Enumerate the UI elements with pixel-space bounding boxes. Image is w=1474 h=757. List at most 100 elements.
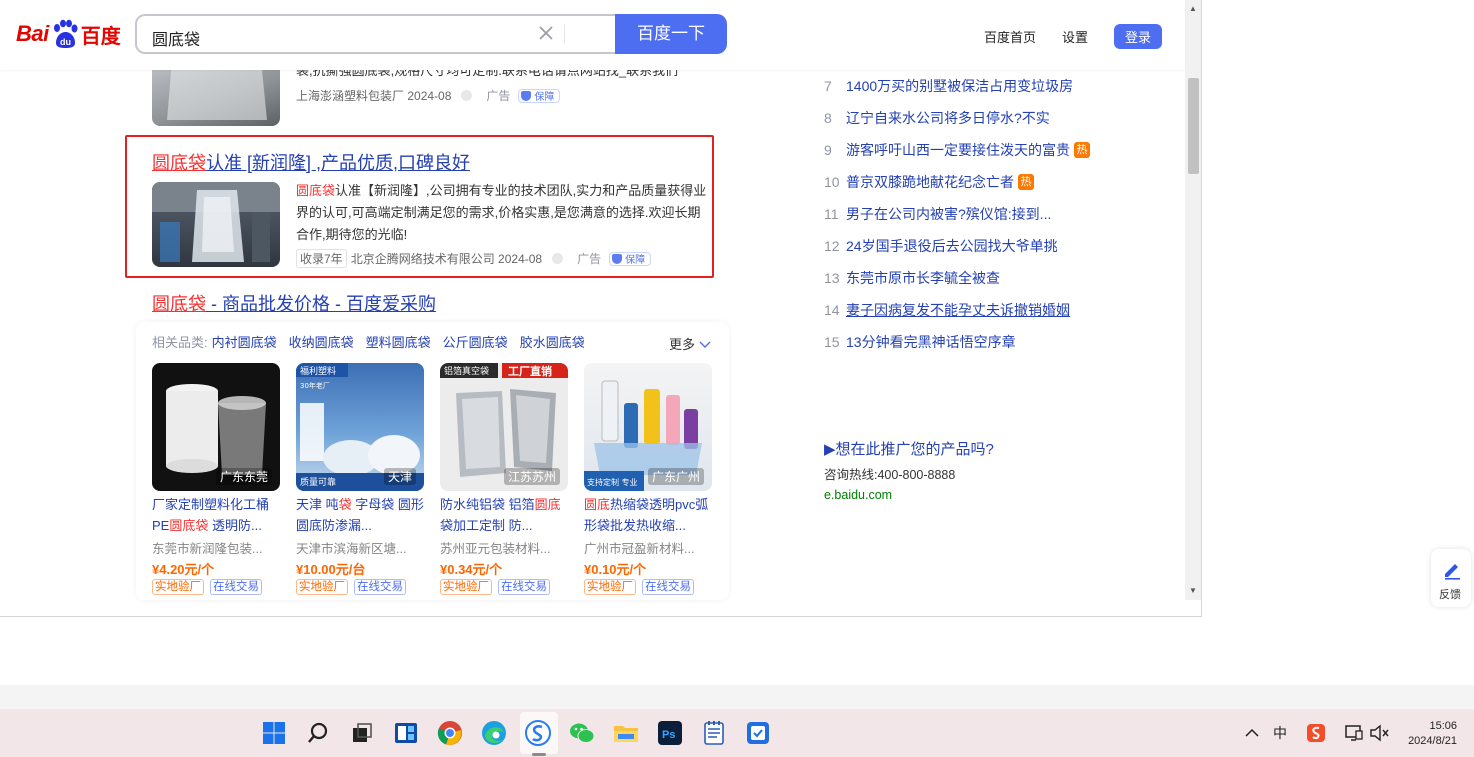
scroll-thumb[interactable]	[1188, 78, 1199, 174]
hot-list-item[interactable]: 14 妻子因病复发不能孕丈夫诉撤销婚姻	[824, 300, 1070, 320]
guarantee-badge[interactable]: 保障	[518, 88, 561, 103]
hot-title[interactable]: 妻子因病复发不能孕丈夫诉撤销婚姻	[846, 300, 1070, 320]
product-card[interactable]: 广东东莞 厂家定制塑料化工桶PE圆底袋 透明防... 东莞市新润隆包装... ¥…	[152, 363, 280, 595]
hot-rank: 7	[824, 78, 832, 94]
result-title[interactable]: 圆底袋 - 商品批发价格 - 百度爱采购	[152, 290, 436, 316]
hot-title[interactable]: 普京双膝跪地献花纪念亡者	[846, 172, 1014, 192]
source-name[interactable]: 上海澎涵塑料包装厂	[296, 87, 404, 104]
widgets-icon[interactable]	[392, 719, 420, 747]
product-card[interactable]: 铝箔真空袋 工厂直销 江苏苏州 防水纯铝袋 铝箔圆底袋加工定制 防... 苏州亚…	[440, 363, 568, 595]
product-image[interactable]: 广东东莞	[152, 363, 280, 491]
hot-title[interactable]: 1400万买的别墅被保洁占用变垃圾房	[846, 76, 1073, 96]
file-explorer-icon[interactable]	[612, 719, 640, 747]
hot-list-item[interactable]: 9 游客呼吁山西一定要接住泼天的富贵热	[824, 140, 1090, 160]
baidu-logo[interactable]: Bai du 百度	[16, 16, 121, 52]
product-location: 江苏苏州	[503, 468, 560, 485]
hot-list-item[interactable]: 12 24岁国手退役后去公园找大爷单挑	[824, 236, 1058, 256]
scroll-up-icon[interactable]: ▲	[1189, 4, 1197, 13]
hot-title[interactable]: 辽宁自来水公司将多日停水?不实	[846, 108, 1050, 128]
login-button[interactable]: 登录	[1114, 24, 1163, 49]
volume-muted-icon[interactable]	[1366, 719, 1394, 747]
clock-date: 2024/8/21	[1408, 735, 1457, 747]
clear-icon[interactable]	[535, 22, 557, 44]
guarantee-label: 保障	[534, 92, 555, 103]
promo-title[interactable]: ▶想在此推广您的产品吗?	[824, 438, 994, 459]
hot-list-item[interactable]: 13 东莞市原市长李毓全被查	[824, 268, 1000, 288]
info-dot-icon[interactable]	[552, 253, 564, 264]
product-seller[interactable]: 苏州亚元包装材料...	[440, 538, 568, 557]
category-link[interactable]: 收纳圆底袋	[289, 332, 354, 351]
category-link[interactable]: 塑料圆底袋	[366, 332, 431, 351]
search-header: Bai du 百度 圆底袋 百度一下 百度首页 设置 登录	[0, 0, 1185, 70]
hot-title[interactable]: 24岁国手退役后去公园找大爷单挑	[846, 236, 1058, 256]
snippet-text: 认准【新润隆】,公司拥有专业的技术团队,实力和产品质量获得业界的认可,可高端定制…	[296, 183, 707, 242]
vertical-scrollbar[interactable]: ▲ ▼	[1185, 0, 1201, 600]
ime-indicator[interactable]: 中	[1266, 719, 1294, 747]
category-link[interactable]: 内衬圆底袋	[212, 332, 277, 351]
task-view-icon[interactable]	[348, 719, 376, 747]
search-input[interactable]: 圆底袋	[135, 14, 617, 54]
network-icon[interactable]	[1340, 719, 1368, 747]
nav-home-link[interactable]: 百度首页	[984, 27, 1036, 46]
source-date: 2024-08	[498, 251, 543, 266]
edge-icon[interactable]	[480, 719, 508, 747]
info-dot-icon[interactable]	[461, 90, 473, 101]
chrome-icon[interactable]	[436, 719, 464, 747]
hot-title[interactable]: 13分钟看完黑神话悟空序章	[846, 332, 1016, 352]
scroll-down-icon[interactable]: ▼	[1189, 586, 1197, 595]
product-image[interactable]: 福利塑料 30年老厂 质量可靠 天津	[296, 363, 424, 491]
wechat-icon[interactable]	[568, 719, 596, 747]
result-title[interactable]: 圆底袋认准 [新润隆] ,产品优质,口碑良好	[152, 149, 470, 175]
system-clock[interactable]: 15:06 2024/8/21	[1397, 719, 1457, 749]
nav-settings-link[interactable]: 设置	[1062, 27, 1088, 46]
product-card[interactable]: 福利塑料 30年老厂 质量可靠 天津 天津 吨袋 字母袋 圆形圆底防渗漏... …	[296, 363, 424, 595]
result-snippet: 圆底袋认准【新润隆】,公司拥有专业的技术团队,实力和产品质量获得业界的认可,可高…	[296, 180, 710, 246]
category-link[interactable]: 公斤圆底袋	[443, 332, 508, 351]
security-app-icon[interactable]	[744, 719, 772, 747]
product-seller[interactable]: 广州市冠盈新材料...	[584, 538, 712, 557]
hot-rank: 15	[824, 334, 840, 350]
more-button[interactable]: 更多	[669, 334, 711, 353]
promo-url[interactable]: e.baidu.com	[824, 488, 994, 502]
product-name[interactable]: 厂家定制塑料化工桶PE圆底袋 透明防...	[152, 494, 280, 536]
source-name[interactable]: 北京企腾网络技术有限公司	[351, 250, 495, 267]
hot-list-item[interactable]: 7 1400万买的别墅被保洁占用变垃圾房	[824, 76, 1073, 96]
product-name[interactable]: 圆底热缩袋透明pvc弧形袋批发热收缩...	[584, 494, 712, 536]
svg-text:du: du	[60, 37, 71, 47]
product-seller[interactable]: 天津市滨海新区塘...	[296, 538, 424, 557]
hot-badge: 热	[1074, 142, 1090, 158]
product-card[interactable]: 支持定制 专业 广东广州 圆底热缩袋透明pvc弧形袋批发热收缩... 广州市冠盈…	[584, 363, 712, 595]
photoshop-icon[interactable]: Ps	[656, 719, 684, 747]
product-image[interactable]: 铝箔真空袋 工厂直销 江苏苏州	[440, 363, 568, 491]
tag-online-trade: 在线交易	[642, 579, 694, 595]
hot-title[interactable]: 男子在公司内被害?殡仪馆:接到...	[846, 204, 1051, 224]
hot-list-item[interactable]: 11 男子在公司内被害?殡仪馆:接到...	[824, 204, 1051, 224]
search-button[interactable]: 百度一下	[615, 14, 727, 54]
product-name[interactable]: 天津 吨袋 字母袋 圆形圆底防渗漏...	[296, 494, 424, 536]
notepad-icon[interactable]	[700, 719, 728, 747]
feedback-button[interactable]: 反馈	[1431, 549, 1471, 607]
hot-title[interactable]: 东莞市原市长李毓全被查	[846, 268, 1000, 288]
product-image[interactable]: 支持定制 专业 广东广州	[584, 363, 712, 491]
start-menu-icon[interactable]	[260, 719, 288, 747]
product-location: 天津	[383, 468, 416, 485]
hot-list-item[interactable]: 8 辽宁自来水公司将多日停水?不实	[824, 108, 1050, 128]
sogou-ime-icon[interactable]	[1302, 719, 1330, 747]
chevron-up-icon[interactable]	[1238, 719, 1266, 747]
sogou-browser-icon[interactable]	[524, 719, 552, 747]
hot-title[interactable]: 游客呼吁山西一定要接住泼天的富贵	[846, 140, 1070, 160]
product-tags: 实地验厂 在线交易	[440, 579, 568, 595]
result-thumbnail[interactable]	[152, 182, 280, 267]
title-text: - 商品批发价格 - 百度爱采购	[206, 294, 436, 314]
category-link[interactable]: 胶水圆底袋	[520, 332, 585, 351]
hot-list-item[interactable]: 15 13分钟看完黑神话悟空序章	[824, 332, 1016, 352]
guarantee-badge[interactable]: 保障	[609, 251, 652, 266]
product-name[interactable]: 防水纯铝袋 铝箔圆底袋加工定制 防...	[440, 494, 568, 536]
search-icon[interactable]	[304, 719, 332, 747]
product-seller[interactable]: 东莞市新润隆包装...	[152, 538, 280, 557]
active-app-indicator	[532, 753, 546, 756]
hot-list-item[interactable]: 10 普京双膝跪地献花纪念亡者热	[824, 172, 1034, 192]
svg-text:Ps: Ps	[662, 729, 675, 741]
hot-rank: 11	[824, 206, 839, 222]
indexed-years-badge: 收录7年	[296, 249, 347, 268]
